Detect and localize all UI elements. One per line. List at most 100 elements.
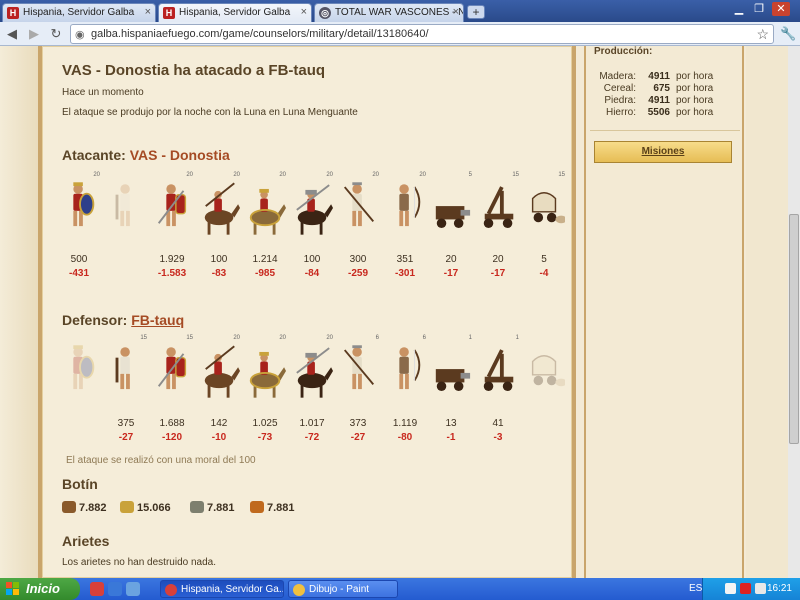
forward-icon[interactable]: ▶ <box>26 26 42 42</box>
left-margin <box>0 46 38 578</box>
ie-quicklaunch-icon[interactable] <box>108 582 122 596</box>
attacker-heading: Atacante: VAS - Donostia <box>62 147 230 163</box>
wood-icon <box>62 501 76 513</box>
cereal-icon <box>120 501 134 513</box>
attacker-unit-count: 100 <box>303 254 321 265</box>
browser-tab-2[interactable]: H Hispania, Servidor Galba × <box>158 3 312 22</box>
network-icon[interactable] <box>725 583 736 594</box>
battle-report-panel: VAS - Donostia ha atacado a FB-tauq Hace… <box>38 46 576 578</box>
clock: 16:21 <box>766 583 792 594</box>
defender-unit-count: 1.025 <box>252 418 278 429</box>
attacker-unit-count: 1.929 <box>159 254 185 265</box>
sidebar-divider <box>590 130 740 131</box>
resource-unit: por hora <box>676 107 714 118</box>
defender-units: 15 15 20 20 20 6 6 1 1 <box>56 335 572 415</box>
archer-icon <box>399 347 421 390</box>
start-button[interactable]: Inicio <box>0 578 80 600</box>
attacker-unit-heavy-cavalry: 20 <box>289 172 335 252</box>
defender-unit-loss: -73 <box>257 432 273 443</box>
attacker-unit-loss: -985 <box>254 268 275 279</box>
defender-unit-count: 13 <box>445 418 457 429</box>
attacker-unit-count: 500 <box>70 254 88 265</box>
supply-cart-icon <box>531 355 565 387</box>
new-tab-button[interactable]: + <box>467 5 485 19</box>
page-info-icon[interactable]: ◉ <box>75 28 85 41</box>
resource-name: Hierro: <box>605 107 636 118</box>
attacker-name: VAS - Donostia <box>129 147 230 163</box>
defender-unit-loss: -72 <box>304 432 320 443</box>
attacker-counts: 500 -431 1.929 -1.583 100 -83 1.214 -985 100 -84 3… <box>56 254 572 282</box>
attacker-label: Atacante: <box>62 147 126 163</box>
media-quicklaunch-icon[interactable] <box>126 582 140 596</box>
volume-icon[interactable] <box>755 583 766 594</box>
scutarius-icon <box>157 184 187 227</box>
url-input[interactable]: ◉ galba.hispaniaefuego.com/game/counselo… <box>70 24 774 44</box>
reload-icon[interactable]: ↻ <box>48 26 64 42</box>
attacker-unit-loss: -259 <box>347 268 368 279</box>
page-scrollbar[interactable] <box>788 46 800 578</box>
attacker-unit-count: 100 <box>210 254 228 265</box>
bookmark-star-icon[interactable]: ☆ <box>756 26 769 43</box>
attacker-unit-light-cavalry: 20 <box>196 172 242 252</box>
defender-unit-hoplite <box>56 335 102 415</box>
attacker-unit-archer: 20 <box>382 172 428 252</box>
defender-unit-count: 41 <box>492 418 504 429</box>
scrollbar-thumb[interactable] <box>789 214 799 444</box>
resource-name: Piedra: <box>604 95 636 106</box>
close-tab-icon[interactable]: × <box>453 6 459 18</box>
stone-icon <box>190 501 204 513</box>
hispania-favicon-icon: H <box>7 7 19 19</box>
loot-item: 7.881 <box>250 501 295 517</box>
tab-label: Hispania, Servidor Galba <box>179 7 291 18</box>
loot-value: 7.881 <box>207 502 235 514</box>
production-sidebar: Producción: Madera: 4911 por hora Cereal: 67… <box>584 46 744 578</box>
close-tab-icon[interactable]: × <box>145 6 151 18</box>
defender-unit-count: 375 <box>117 418 135 429</box>
missions-button[interactable]: Misiones <box>594 141 732 163</box>
address-toolbar: ◀ ▶ ↻ ◉ galba.hispaniaefuego.com/game/co… <box>0 22 800 46</box>
report-moon: El ataque se produjo por la noche con la… <box>62 107 358 118</box>
browser-tab-3[interactable]: ◎ TOTAL WAR VASCONES - NJC × <box>314 3 464 22</box>
defender-unit-archer: 6 <box>382 335 428 415</box>
defender-counts: 375 -27 1.688 -120 142 -10 1.025 -73 1.017 -72 373… <box>56 418 572 446</box>
browser-tab-1[interactable]: H Hispania, Servidor Galba × <box>2 3 156 22</box>
language-indicator[interactable]: ES <box>689 583 702 594</box>
security-icon[interactable] <box>740 583 751 594</box>
resource-value: 5506 <box>647 107 670 118</box>
close-tab-icon[interactable]: × <box>301 6 307 18</box>
defender-unit-loss: -120 <box>161 432 182 443</box>
paint-icon <box>293 584 305 596</box>
defender-unit-light-cavalry: 20 <box>196 335 242 415</box>
minimize-icon[interactable]: ▁ <box>730 2 748 16</box>
attacker-unit-spearman: 20 <box>335 172 381 252</box>
close-window-icon[interactable]: ✕ <box>772 2 790 16</box>
attacker-unit-count: 1.214 <box>252 254 278 265</box>
maximize-icon[interactable]: ❐ <box>750 2 768 16</box>
tab-label: TOTAL WAR VASCONES - NJC <box>335 7 464 18</box>
attacker-unit-ram: 5 <box>428 172 474 252</box>
defender-unit-light-infantry: 15 <box>103 335 149 415</box>
ram-icon <box>435 369 471 391</box>
production-title: Producción: <box>594 46 653 57</box>
attacker-unit-loss: -301 <box>394 268 415 279</box>
defender-name-link[interactable]: FB-tauq <box>131 312 184 328</box>
chrome-quicklaunch-icon[interactable] <box>90 582 104 596</box>
wrench-menu-icon[interactable]: 🔧 <box>780 26 796 42</box>
defender-unit-loss: -3 <box>493 432 503 443</box>
defender-unit-supply-cart <box>521 335 567 415</box>
taskbar-item-browser[interactable]: Hispania, Servidor Ga... <box>160 580 284 598</box>
defender-unit-count: 1.688 <box>159 418 185 429</box>
taskbar-item-paint[interactable]: Dibujo - Paint <box>288 580 398 598</box>
system-tray: ES 16:21 <box>689 578 800 600</box>
defender-unit-loss: -27 <box>350 432 366 443</box>
defender-unit-catapult: 1 <box>475 335 521 415</box>
attacker-unit-light-infantry <box>103 172 149 252</box>
hoplite-icon <box>73 345 95 390</box>
defender-unit-count: 142 <box>210 418 228 429</box>
back-icon[interactable]: ◀ <box>4 26 20 42</box>
noble-cavalry-icon <box>249 351 286 398</box>
loot-value: 7.882 <box>79 502 107 514</box>
attacker-unit-loss: -431 <box>68 268 89 279</box>
scutarius-icon <box>157 347 187 390</box>
attacker-unit-loss: -17 <box>443 268 459 279</box>
